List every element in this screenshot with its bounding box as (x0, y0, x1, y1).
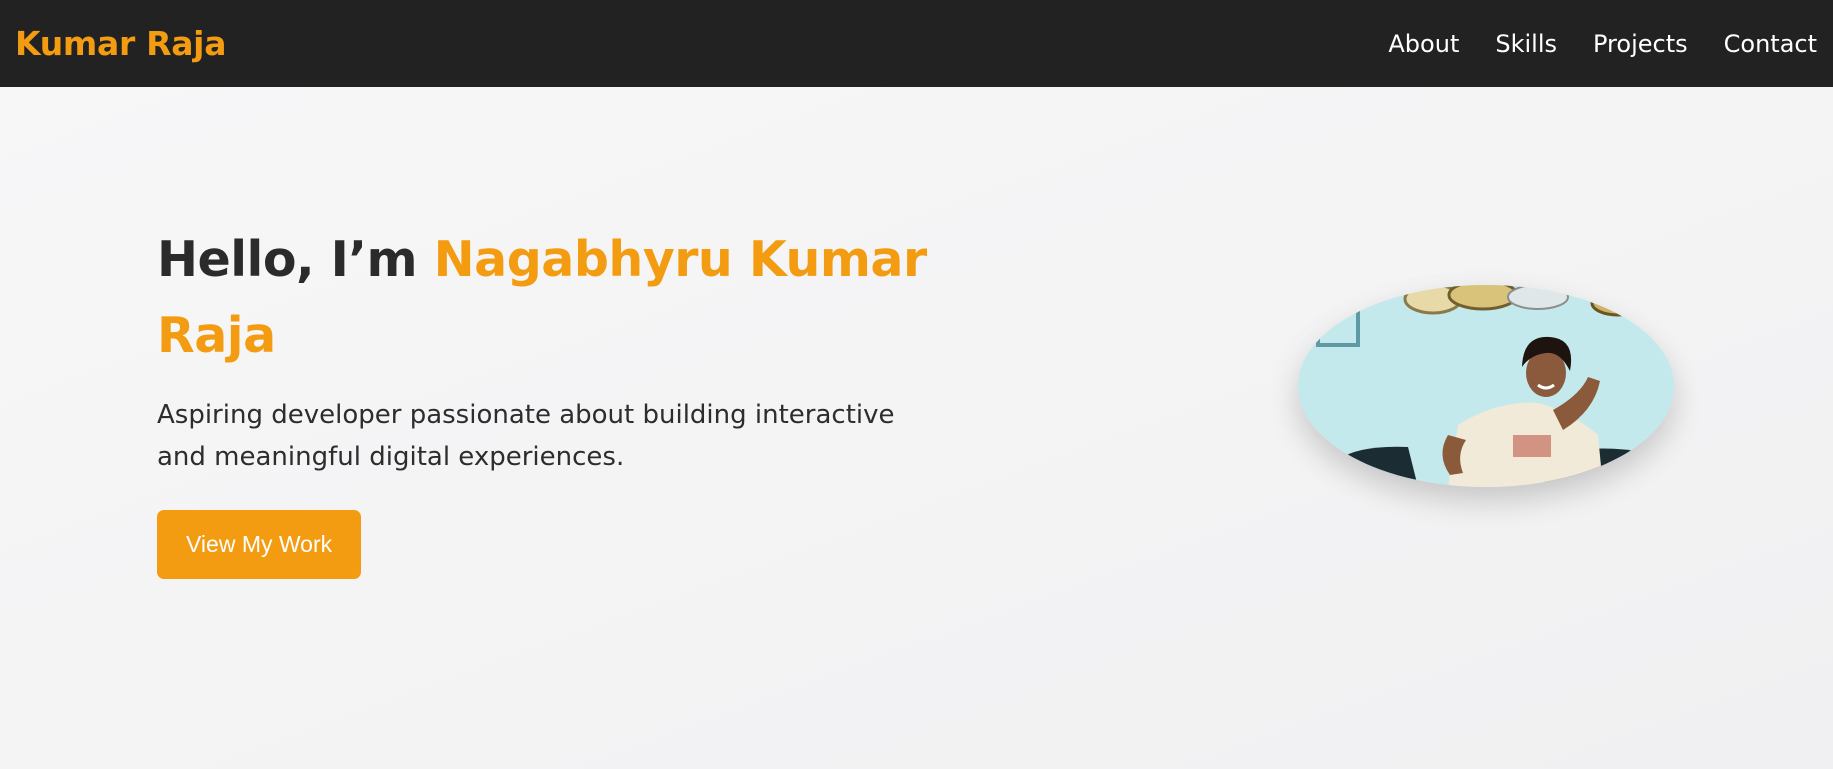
brand-logo[interactable]: Kumar Raja (15, 24, 226, 63)
view-my-work-button[interactable]: View My Work (157, 510, 362, 579)
navbar: Kumar Raja About Skills Projects Contact (0, 0, 1833, 87)
hero-title: Hello, I’m Nagabhyru Kumar Raja (157, 222, 937, 374)
nav-links: About Skills Projects Contact (1388, 30, 1817, 58)
nav-link-about[interactable]: About (1388, 30, 1459, 58)
profile-photo (1298, 285, 1674, 487)
hero-section: Hello, I’m Nagabhyru Kumar Raja Aspiring… (0, 87, 1833, 769)
nav-link-contact[interactable]: Contact (1724, 30, 1817, 58)
hero-text: Hello, I’m Nagabhyru Kumar Raja Aspiring… (157, 222, 937, 579)
hero-subtitle: Aspiring developer passionate about buil… (157, 400, 895, 472)
nav-link-skills[interactable]: Skills (1495, 30, 1557, 58)
hero-greeting: Hello, I’m (157, 231, 418, 288)
nav-link-projects[interactable]: Projects (1593, 30, 1688, 58)
profile-photo-icon (1298, 285, 1674, 487)
